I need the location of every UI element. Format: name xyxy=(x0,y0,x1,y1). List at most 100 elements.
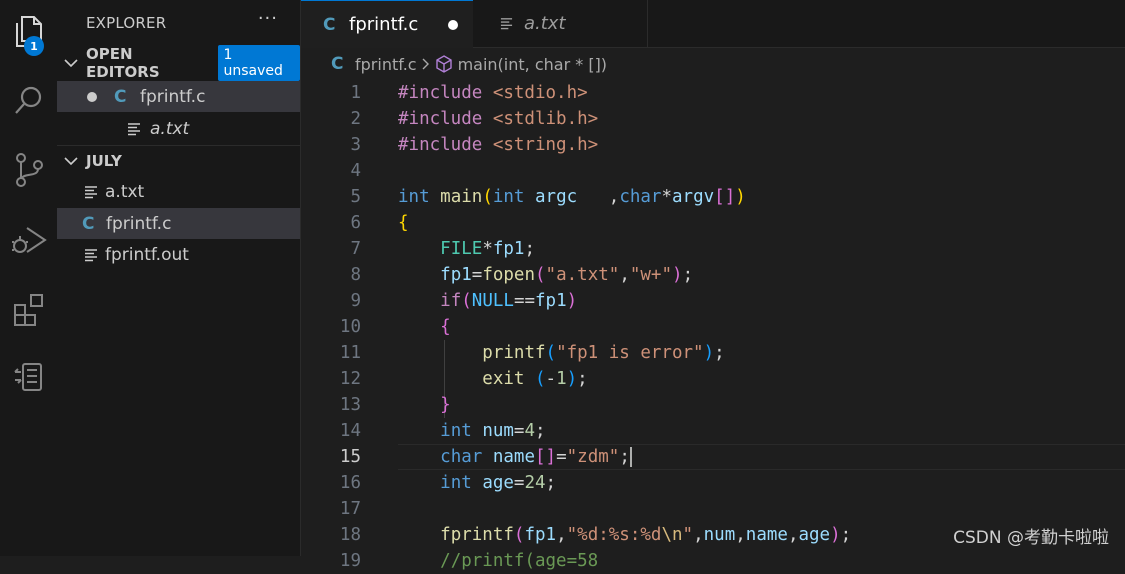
code-token: exit xyxy=(482,369,535,389)
line-number: 5 xyxy=(350,187,361,207)
breadcrumb-symbol[interactable]: main(int, char * []) xyxy=(458,55,607,74)
tab-fprintf-c[interactable]: C fprintf.c xyxy=(301,0,473,48)
code-line[interactable]: 17 xyxy=(301,496,1125,522)
search-icon[interactable] xyxy=(0,72,57,128)
line-number: 11 xyxy=(339,343,361,363)
code-line[interactable]: 10 { xyxy=(301,314,1125,340)
code-line[interactable]: 12 exit (-1); xyxy=(301,366,1125,392)
c-file-icon: C xyxy=(323,14,336,35)
unsaved-dot-icon[interactable] xyxy=(448,19,459,30)
breadcrumb: C fprintf.c main(int, char * []) xyxy=(301,48,1125,80)
breadcrumb-file[interactable]: fprintf.c xyxy=(355,55,417,74)
code-token: , xyxy=(556,525,567,545)
line-number: 7 xyxy=(350,239,361,259)
code-token: <stdlib.h> xyxy=(492,109,599,129)
code-line[interactable]: 5 int main(int argc ,char*argv[]) xyxy=(301,184,1125,210)
code-token: ( xyxy=(534,369,546,389)
code-token: fp1 xyxy=(524,525,557,545)
tab-a-txt[interactable]: a.txt xyxy=(474,0,648,47)
code-text: int age=24; xyxy=(398,470,556,496)
code-line[interactable]: 8 fp1=fopen("a.txt","w+"); xyxy=(301,262,1125,288)
line-number: 14 xyxy=(339,421,361,441)
code-line[interactable]: 1 #include <stdio.h> xyxy=(301,80,1125,106)
code-token: char xyxy=(440,447,493,467)
code-token: ; xyxy=(682,265,694,285)
more-actions-icon[interactable]: ··· xyxy=(258,8,278,29)
open-editors-section[interactable]: OPEN EDITORS 1 unsaved xyxy=(57,45,300,81)
code-token: ) xyxy=(703,343,715,363)
code-token: = xyxy=(513,473,525,493)
code-line[interactable]: 16 int age=24; xyxy=(301,470,1125,496)
sidebar-title: EXPLORER xyxy=(86,14,167,32)
code-text: exit (-1); xyxy=(398,366,587,392)
code-token: ( xyxy=(535,265,546,285)
code-line[interactable]: 4 xyxy=(301,158,1125,184)
code-line[interactable]: 6{ xyxy=(301,210,1125,236)
file-item-fprintf-out[interactable]: fprintf.out xyxy=(57,239,300,270)
run-debug-icon[interactable] xyxy=(0,212,57,268)
code-text: fprintf(fp1,"%d:%s:%d\n",num,name,age); xyxy=(398,522,851,548)
line-number: 17 xyxy=(339,499,361,519)
code-text: printf("fp1 is error"); xyxy=(398,340,725,366)
code-token: * xyxy=(661,187,673,207)
code-token: #include xyxy=(398,109,493,129)
line-number: 9 xyxy=(350,291,361,311)
code-token: = xyxy=(471,265,483,285)
code-token: 1 xyxy=(556,369,567,389)
code-token: name xyxy=(745,525,788,545)
code-token: //printf(age=58 xyxy=(440,551,599,571)
code-token: , xyxy=(693,525,704,545)
code-token: ; xyxy=(714,343,725,363)
code-token: char xyxy=(619,187,662,207)
code-token: ( xyxy=(545,343,557,363)
code-text: #include <stdlib.h> xyxy=(398,106,598,132)
code-token: ) xyxy=(566,291,578,311)
line-number: 4 xyxy=(350,161,361,181)
line-number: 3 xyxy=(350,135,361,155)
code-text: int main(int argc ,char*argv[]) xyxy=(398,184,746,210)
code-editor[interactable]: 1 #include <stdio.h> 2 #include <stdlib.h> 3… xyxy=(301,80,1125,571)
folder-section[interactable]: JULY xyxy=(57,145,300,176)
extensions-icon[interactable] xyxy=(0,282,57,338)
code-line[interactable]: 15 char name[]="zdm"; xyxy=(301,444,1125,470)
code-line[interactable]: 19 //printf(age=58 xyxy=(301,548,1125,574)
code-token: { xyxy=(398,213,409,233)
open-editor-item-atxt[interactable]: a.txt xyxy=(57,113,300,144)
code-line[interactable]: 11 printf("fp1 is error"); xyxy=(301,340,1125,366)
code-line[interactable]: 14 int num=4; xyxy=(301,418,1125,444)
method-icon xyxy=(435,55,453,73)
code-token: num xyxy=(482,421,514,441)
code-token: , xyxy=(787,525,799,545)
code-line[interactable]: 7 FILE*fp1; xyxy=(301,236,1125,262)
code-token: fopen xyxy=(482,265,535,285)
code-line[interactable]: 2 #include <stdlib.h> xyxy=(301,106,1125,132)
code-line[interactable]: 3 #include <string.h> xyxy=(301,132,1125,158)
code-line[interactable]: 13 } xyxy=(301,392,1125,418)
unsaved-dot-icon[interactable] xyxy=(87,91,97,102)
code-token: ) xyxy=(672,265,683,285)
code-token: age xyxy=(482,473,514,493)
activity-bar: 1 xyxy=(0,0,58,556)
open-editors-label: OPEN EDITORS xyxy=(86,45,160,81)
text-file-icon xyxy=(127,122,145,136)
code-token: 4 xyxy=(524,421,536,441)
code-text: } xyxy=(398,392,451,418)
source-control-icon[interactable] xyxy=(0,142,57,198)
file-item-fprintf-c[interactable]: C fprintf.c xyxy=(57,208,300,239)
folder-label: JULY xyxy=(86,152,122,170)
code-token: "fp1 is error" xyxy=(556,343,704,363)
code-line[interactable]: 9 if(NULL==fp1) xyxy=(301,288,1125,314)
file-item-atxt[interactable]: a.txt xyxy=(57,176,300,207)
remote-explorer-icon[interactable] xyxy=(0,350,57,406)
line-number: 19 xyxy=(339,551,361,571)
code-token: ; xyxy=(840,525,852,545)
code-text: if(NULL==fp1) xyxy=(398,288,577,314)
code-token: * xyxy=(482,239,493,259)
open-editor-item-fprintf[interactable]: C fprintf.c xyxy=(57,81,300,112)
code-token: int xyxy=(398,187,441,207)
code-token: "a.txt" xyxy=(545,265,620,285)
code-token: , xyxy=(735,525,746,545)
